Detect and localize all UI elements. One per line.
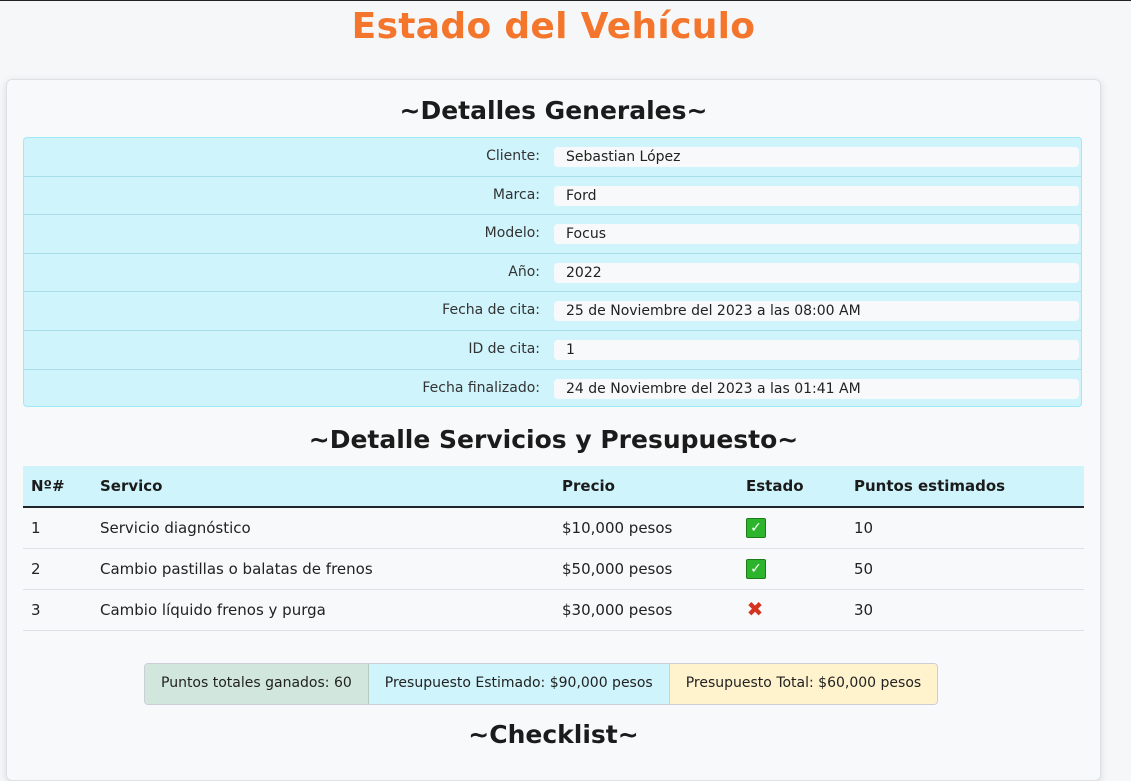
top-border bbox=[0, 0, 1131, 1]
cell-service: Cambio pastillas o balatas de frenos bbox=[92, 548, 554, 590]
cell-service: Servicio diagnóstico bbox=[92, 507, 554, 549]
detail-row-fecha-finalizado: Fecha finalizado: 24 de Noviembre del 20… bbox=[24, 370, 1081, 409]
detail-row-marca: Marca: Ford bbox=[24, 177, 1081, 216]
cell-points: 10 bbox=[846, 507, 1084, 549]
detail-row-cliente: Cliente: Sebastian López bbox=[24, 138, 1081, 177]
cell-points: 30 bbox=[846, 589, 1084, 631]
details-heading: ~Detalles Generales~ bbox=[399, 96, 708, 125]
services-table: Nº# Servico Precio Estado Puntos estimad… bbox=[23, 466, 1084, 631]
detail-label: Modelo: bbox=[484, 225, 540, 242]
detail-value-fecha-cita: 25 de Noviembre del 2023 a las 08:00 AM bbox=[554, 301, 1079, 322]
cell-price: $10,000 pesos bbox=[554, 507, 738, 549]
detail-value-cliente: Sebastian López bbox=[554, 147, 1079, 167]
vehicle-status-card: ~Detalles Generales~ Cliente: Sebastian … bbox=[6, 79, 1101, 781]
detail-label: Cliente: bbox=[486, 148, 540, 164]
total-budget-badge: Presupuesto Total: $60,000 pesos bbox=[669, 664, 938, 704]
check-icon: ✓ bbox=[746, 518, 766, 538]
detail-row-modelo: Modelo: Focus bbox=[24, 215, 1081, 254]
detail-value-fecha-finalizado: 24 de Noviembre del 2023 a las 01:41 AM bbox=[554, 378, 1079, 399]
detail-value-marca: Ford bbox=[554, 185, 1079, 206]
services-heading: ~Detalle Servicios y Presupuesto~ bbox=[308, 425, 799, 454]
cell-service: Cambio líquido frenos y purga bbox=[92, 589, 554, 631]
table-row: 1 Servicio diagnóstico $10,000 pesos ✓ 1… bbox=[23, 507, 1084, 549]
column-header-price: Precio bbox=[554, 466, 738, 508]
column-header-status: Estado bbox=[738, 466, 846, 508]
detail-row-fecha-cita: Fecha de cita: 25 de Noviembre del 2023 … bbox=[24, 292, 1081, 331]
detail-value-id-cita: 1 bbox=[554, 339, 1079, 360]
cell-price: $30,000 pesos bbox=[554, 589, 738, 631]
column-header-num: Nº# bbox=[23, 466, 92, 508]
table-row: 3 Cambio líquido frenos y purga $30,000 … bbox=[23, 589, 1084, 631]
detail-label: Año: bbox=[508, 263, 540, 280]
cell-status: ✓ bbox=[738, 507, 846, 549]
cross-icon: ✖ bbox=[746, 597, 764, 621]
detail-label: ID de cita: bbox=[468, 340, 540, 357]
cell-price: $50,000 pesos bbox=[554, 548, 738, 590]
cell-num: 2 bbox=[23, 548, 92, 590]
detail-value-modelo: Focus bbox=[554, 224, 1079, 245]
detail-label: Fecha finalizado: bbox=[422, 379, 540, 396]
detail-label: Marca: bbox=[492, 186, 540, 203]
check-icon: ✓ bbox=[746, 559, 766, 579]
detail-row-id-cita: ID de cita: 1 bbox=[24, 331, 1081, 370]
cell-status: ✖ bbox=[738, 589, 846, 631]
checklist-heading: ~Checklist~ bbox=[468, 720, 639, 749]
page-title: Estado del Vehículo bbox=[351, 6, 756, 47]
detail-row-ano: Año: 2022 bbox=[24, 254, 1081, 293]
column-header-service: Servico bbox=[92, 466, 554, 508]
cell-num: 1 bbox=[23, 507, 92, 549]
estimated-budget-badge: Presupuesto Estimado: $90,000 pesos bbox=[368, 664, 670, 704]
detail-label: Fecha de cita: bbox=[442, 302, 540, 319]
column-header-points: Puntos estimados bbox=[846, 466, 1084, 508]
cell-points: 50 bbox=[846, 548, 1084, 590]
table-header-row: Nº# Servico Precio Estado Puntos estimad… bbox=[23, 466, 1084, 508]
cell-status: ✓ bbox=[738, 548, 846, 590]
cell-num: 3 bbox=[23, 589, 92, 631]
total-points-badge: Puntos totales ganados: 60 bbox=[145, 664, 369, 704]
table-row: 2 Cambio pastillas o balatas de frenos $… bbox=[23, 548, 1084, 590]
details-panel: Cliente: Sebastian López Marca: Ford Mod… bbox=[23, 137, 1082, 407]
budget-summary: Puntos totales ganados: 60 Presupuesto E… bbox=[144, 663, 939, 705]
detail-value-ano: 2022 bbox=[554, 262, 1079, 283]
